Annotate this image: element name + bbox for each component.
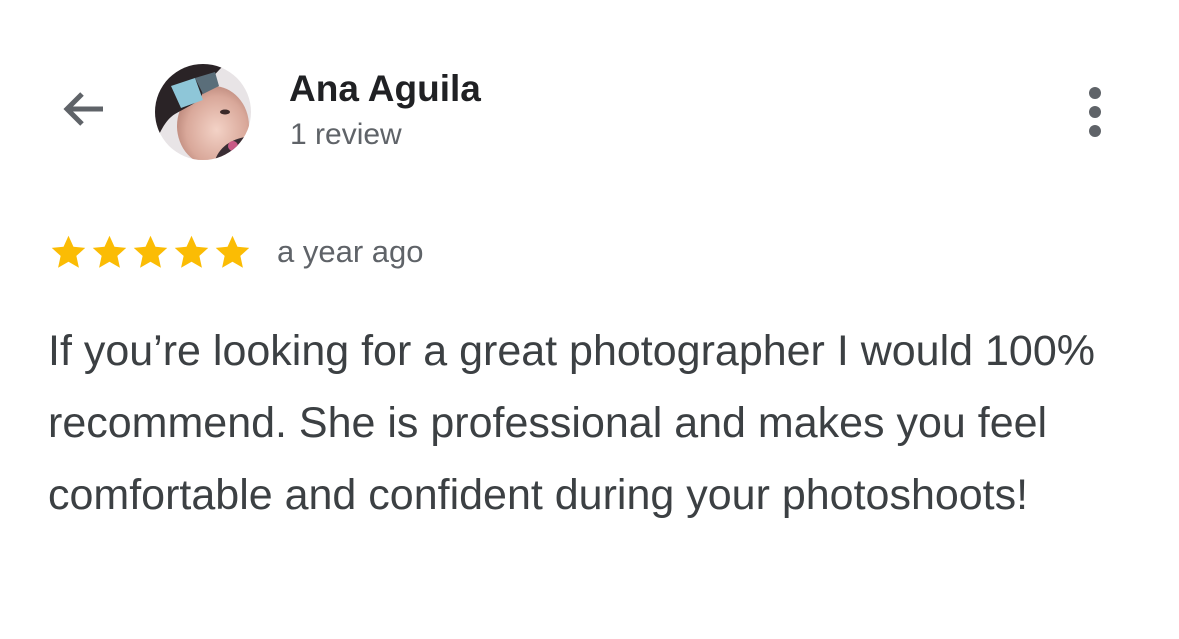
star-icon [174,235,209,268]
star-icon [215,235,250,268]
star-icon [133,235,168,268]
review-timestamp: a year ago [277,234,424,269]
arrow-back-icon [57,83,109,140]
rating-row: a year ago [48,232,424,272]
avatar[interactable] [155,64,251,160]
star-icon [51,235,86,268]
more-options-button[interactable] [1074,82,1116,142]
star-icon [92,235,127,268]
review-count: 1 review [290,118,402,151]
back-button[interactable] [52,80,114,142]
more-vert-icon [1089,87,1101,99]
star-rating [48,232,253,273]
reviewer-name[interactable]: Ana Aguila [289,66,481,112]
review-text: If you’re looking for a great photograph… [48,327,1095,519]
